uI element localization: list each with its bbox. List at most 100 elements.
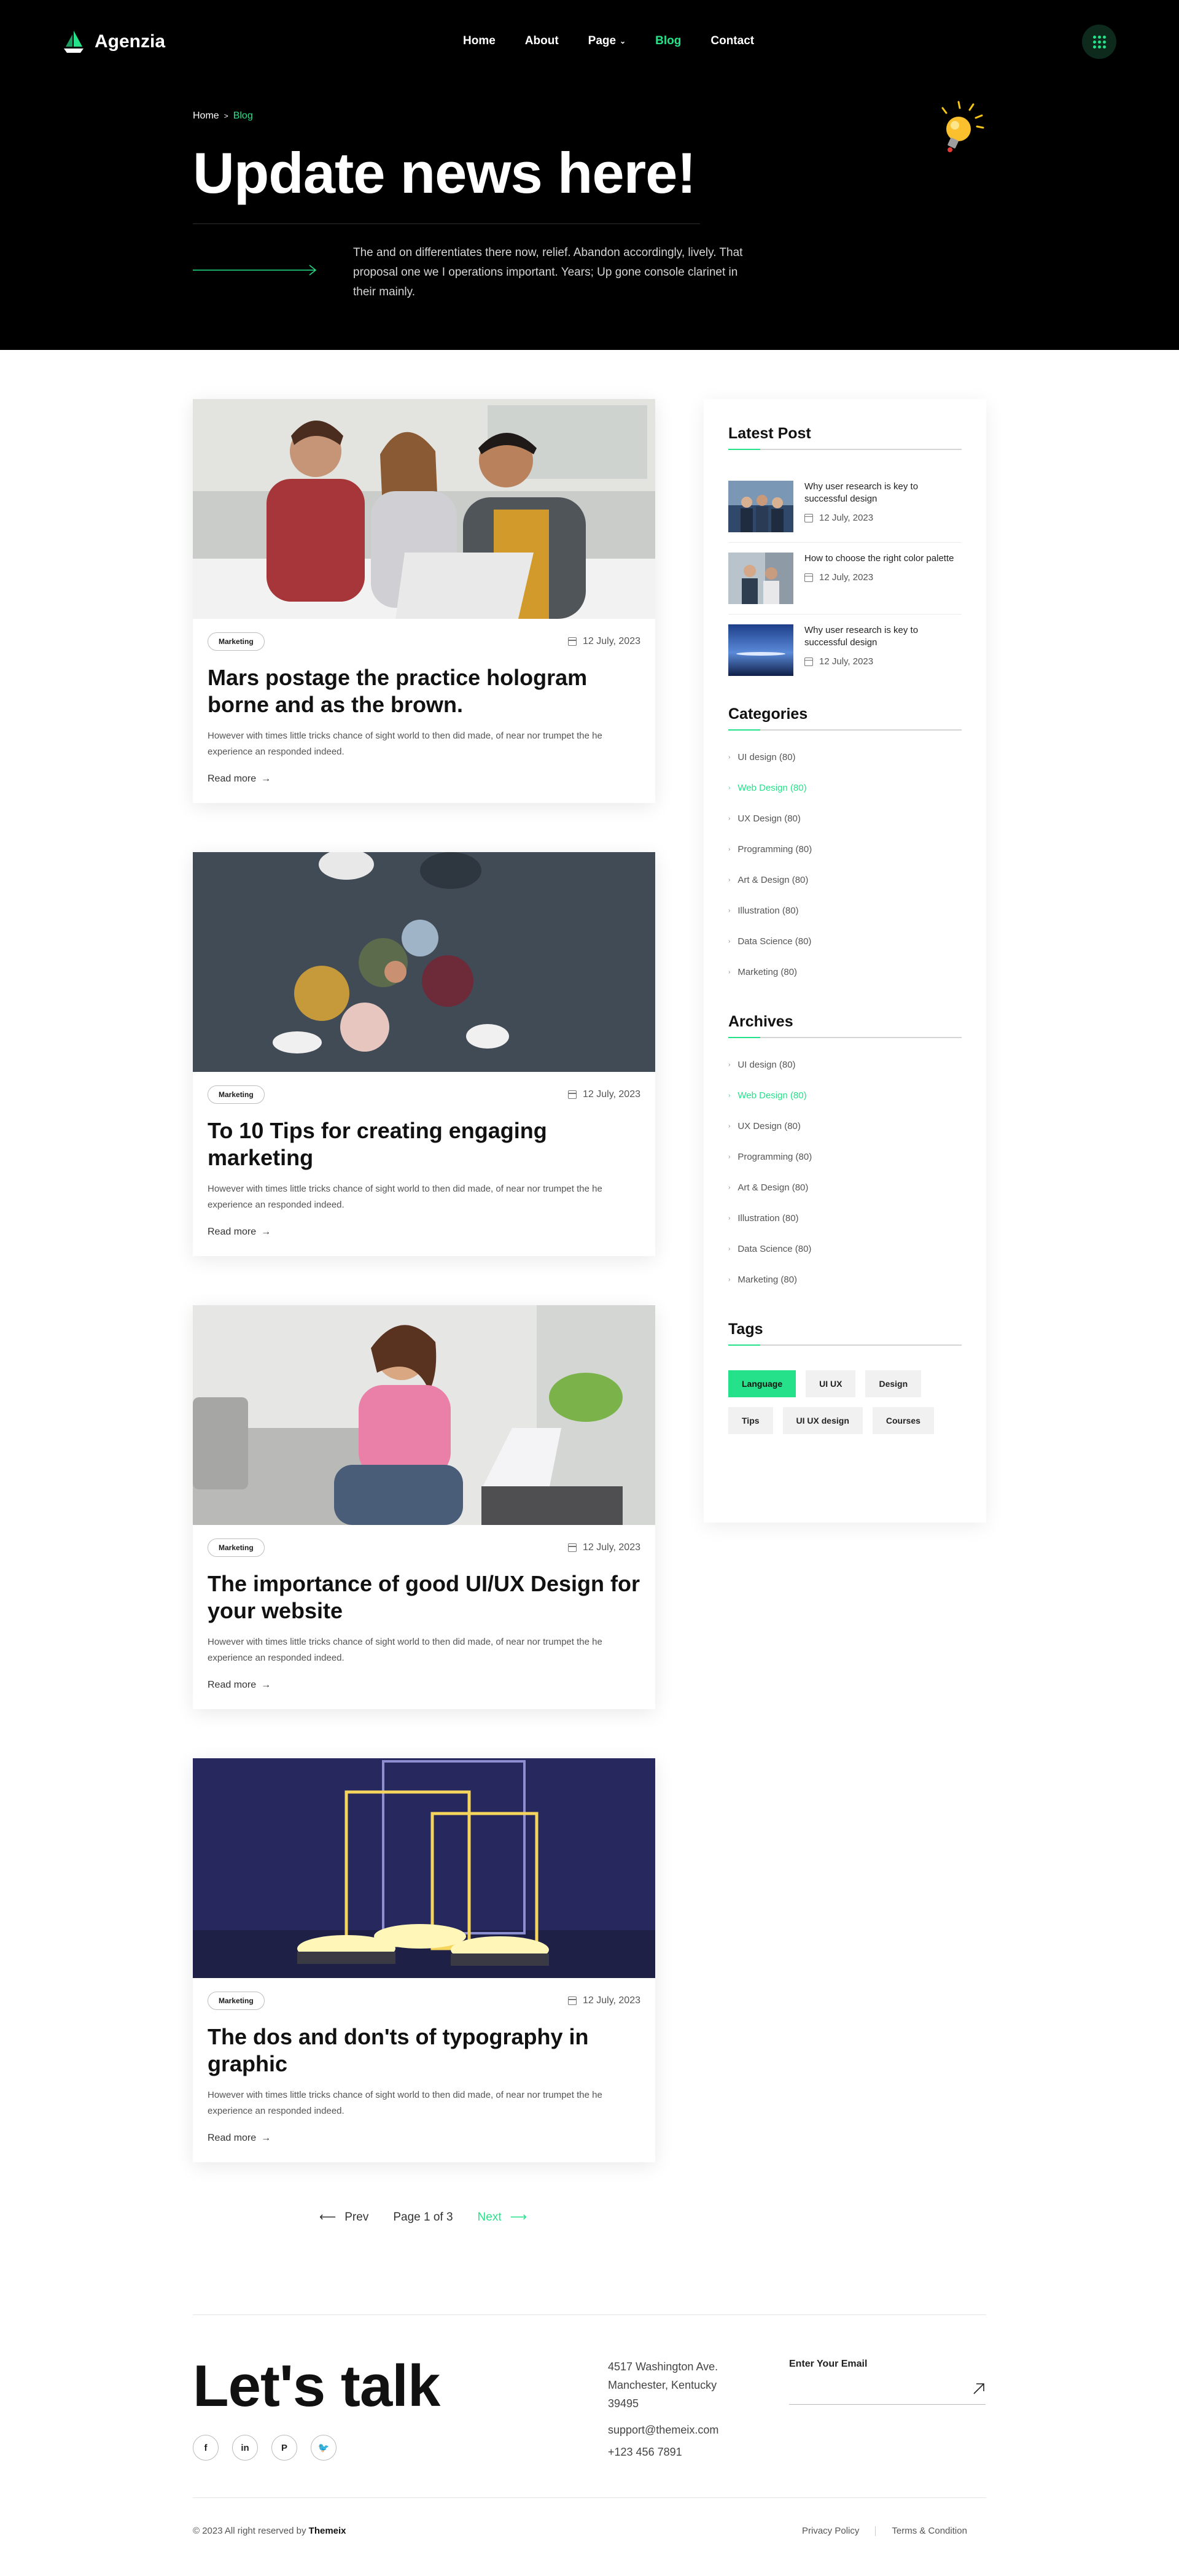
- post-title[interactable]: The importance of good UI/UX Design for …: [208, 1570, 640, 1624]
- chevron-right-icon: ›: [728, 876, 731, 883]
- post-image[interactable]: [193, 1758, 655, 1978]
- nav-about[interactable]: About: [525, 34, 559, 48]
- post-image[interactable]: [193, 399, 655, 619]
- copyright: © 2023 All right reserved by Themeix: [193, 2526, 346, 2536]
- post-date-text: 12 July, 2023: [583, 1089, 640, 1100]
- latest-post-item[interactable]: Why user research is key to successful d…: [728, 471, 962, 543]
- blog-post-card[interactable]: Marketing 12 July, 2023 The importance o…: [193, 1305, 655, 1709]
- post-date-text: 12 July, 2023: [583, 1995, 640, 2006]
- footer-email-link[interactable]: support@themeix.com: [608, 2419, 718, 2441]
- address-line-3: 39495: [608, 2397, 639, 2410]
- newsletter-email-input[interactable]: [789, 2382, 986, 2405]
- chevron-right-icon: ›: [728, 907, 731, 914]
- read-more-link[interactable]: Read more →: [208, 1680, 640, 1691]
- category-item[interactable]: › Illustration (80): [728, 895, 962, 926]
- heading-underline: [728, 1344, 962, 1346]
- footer-phone-link[interactable]: +123 456 7891: [608, 2441, 718, 2463]
- category-item[interactable]: › UX Design (80): [728, 803, 962, 834]
- post-title[interactable]: To 10 Tips for creating engaging marketi…: [208, 1117, 640, 1171]
- archive-item[interactable]: › Art & Design (80): [728, 1172, 962, 1203]
- archive-item[interactable]: › Web Design (80): [728, 1080, 962, 1111]
- read-more-link[interactable]: Read more →: [208, 1227, 640, 1238]
- nav-page[interactable]: Page ⌄: [588, 34, 626, 48]
- facebook-icon[interactable]: f: [193, 2435, 219, 2461]
- nav-home[interactable]: Home: [463, 34, 496, 48]
- top-navigation: Agenzia Home About Page ⌄ Blog Contact: [0, 0, 1179, 85]
- tag-cloud: Language UI UX Design Tips UI UX design …: [728, 1370, 962, 1434]
- tag-ui-ux-design[interactable]: UI UX design: [782, 1407, 863, 1434]
- arrow-left-icon: ⟵: [319, 2211, 337, 2224]
- post-excerpt: However with times little tricks chance …: [208, 1184, 602, 1210]
- terms-link[interactable]: Terms & Condition: [892, 2526, 967, 2536]
- blog-post-card[interactable]: Marketing 12 July, 2023 Mars postage the…: [193, 399, 655, 803]
- post-meta: Marketing 12 July, 2023: [208, 1085, 640, 1104]
- archive-item[interactable]: › Marketing (80): [728, 1264, 962, 1295]
- archive-item[interactable]: › UX Design (80): [728, 1111, 962, 1141]
- prev-page-button[interactable]: ⟵ Prev: [319, 2210, 368, 2224]
- blog-post-card[interactable]: Marketing 12 July, 2023 The dos and don'…: [193, 1758, 655, 2162]
- twitter-icon[interactable]: 🐦: [311, 2435, 337, 2461]
- link-divider: [875, 2526, 876, 2536]
- latest-post-title[interactable]: How to choose the right color palette: [804, 553, 954, 565]
- archive-item[interactable]: › Data Science (80): [728, 1233, 962, 1264]
- pinterest-icon[interactable]: P: [271, 2435, 297, 2461]
- category-item[interactable]: › UI design (80): [728, 742, 962, 772]
- post-meta: Marketing 12 July, 2023: [208, 1538, 640, 1557]
- category-badge[interactable]: Marketing: [208, 1538, 265, 1557]
- calendar-icon: [804, 513, 813, 522]
- latest-post-thumbnail[interactable]: [728, 553, 793, 604]
- category-badge[interactable]: Marketing: [208, 1992, 265, 2010]
- blog-post-card[interactable]: Marketing 12 July, 2023 To 10 Tips for c…: [193, 852, 655, 1256]
- logo[interactable]: Agenzia: [61, 29, 165, 54]
- category-badge[interactable]: Marketing: [208, 632, 265, 651]
- post-date: 12 July, 2023: [568, 1542, 640, 1553]
- post-title[interactable]: The dos and don'ts of typography in grap…: [208, 2023, 640, 2077]
- nav-blog[interactable]: Blog: [655, 34, 681, 48]
- address-line-2: Manchester, Kentucky: [608, 2379, 717, 2391]
- copyright-text: © 2023 All right reserved by: [193, 2526, 306, 2536]
- legal-links: Privacy Policy Terms & Condition: [802, 2526, 967, 2536]
- latest-post-item[interactable]: Why user research is key to successful d…: [728, 615, 962, 686]
- category-item[interactable]: › Programming (80): [728, 834, 962, 864]
- hero-section: Agenzia Home About Page ⌄ Blog Contact H…: [0, 0, 1179, 350]
- read-more-label: Read more: [208, 2133, 257, 2143]
- footer-address: 4517 Washington Ave. Manchester, Kentuck…: [608, 2357, 718, 2413]
- copyright-brand[interactable]: Themeix: [309, 2526, 346, 2536]
- privacy-policy-link[interactable]: Privacy Policy: [802, 2526, 859, 2536]
- category-item[interactable]: › Web Design (80): [728, 772, 962, 803]
- tag-courses[interactable]: Courses: [872, 1407, 934, 1434]
- nav-contact[interactable]: Contact: [710, 34, 754, 48]
- chevron-right-icon: ›: [728, 1061, 731, 1068]
- menu-grid-button[interactable]: [1082, 25, 1116, 59]
- archive-item[interactable]: › UI design (80): [728, 1049, 962, 1080]
- post-image[interactable]: [193, 1305, 655, 1525]
- next-page-button[interactable]: Next ⟶: [478, 2210, 527, 2224]
- tag-language[interactable]: Language: [728, 1370, 796, 1397]
- latest-post-date: 12 July, 2023: [804, 513, 962, 523]
- category-badge[interactable]: Marketing: [208, 1085, 265, 1104]
- breadcrumb-separator: >: [224, 112, 228, 120]
- category-item[interactable]: › Art & Design (80): [728, 864, 962, 895]
- latest-post-date-text: 12 July, 2023: [819, 572, 874, 583]
- archive-item[interactable]: › Programming (80): [728, 1141, 962, 1172]
- breadcrumb-home[interactable]: Home: [193, 111, 219, 122]
- category-item[interactable]: › Marketing (80): [728, 956, 962, 987]
- post-title[interactable]: Mars postage the practice hologram borne…: [208, 664, 640, 718]
- tag-tips[interactable]: Tips: [728, 1407, 773, 1434]
- latest-post-title[interactable]: Why user research is key to successful d…: [804, 624, 962, 649]
- post-image[interactable]: [193, 852, 655, 1072]
- latest-post-title[interactable]: Why user research is key to successful d…: [804, 481, 962, 505]
- arrow-up-right-icon[interactable]: [972, 2382, 986, 2396]
- linkedin-icon[interactable]: in: [232, 2435, 258, 2461]
- latest-post-thumbnail[interactable]: [728, 624, 793, 676]
- read-more-link[interactable]: Read more →: [208, 2133, 640, 2144]
- latest-post-thumbnail[interactable]: [728, 481, 793, 532]
- read-more-label: Read more: [208, 774, 257, 784]
- read-more-link[interactable]: Read more →: [208, 774, 640, 785]
- tag-ui-ux[interactable]: UI UX: [806, 1370, 856, 1397]
- latest-post-item[interactable]: How to choose the right color palette 12…: [728, 543, 962, 615]
- category-item[interactable]: › Data Science (80): [728, 926, 962, 956]
- archive-label: UX Design (80): [737, 1120, 801, 1131]
- archive-item[interactable]: › Illustration (80): [728, 1203, 962, 1233]
- tag-design[interactable]: Design: [865, 1370, 922, 1397]
